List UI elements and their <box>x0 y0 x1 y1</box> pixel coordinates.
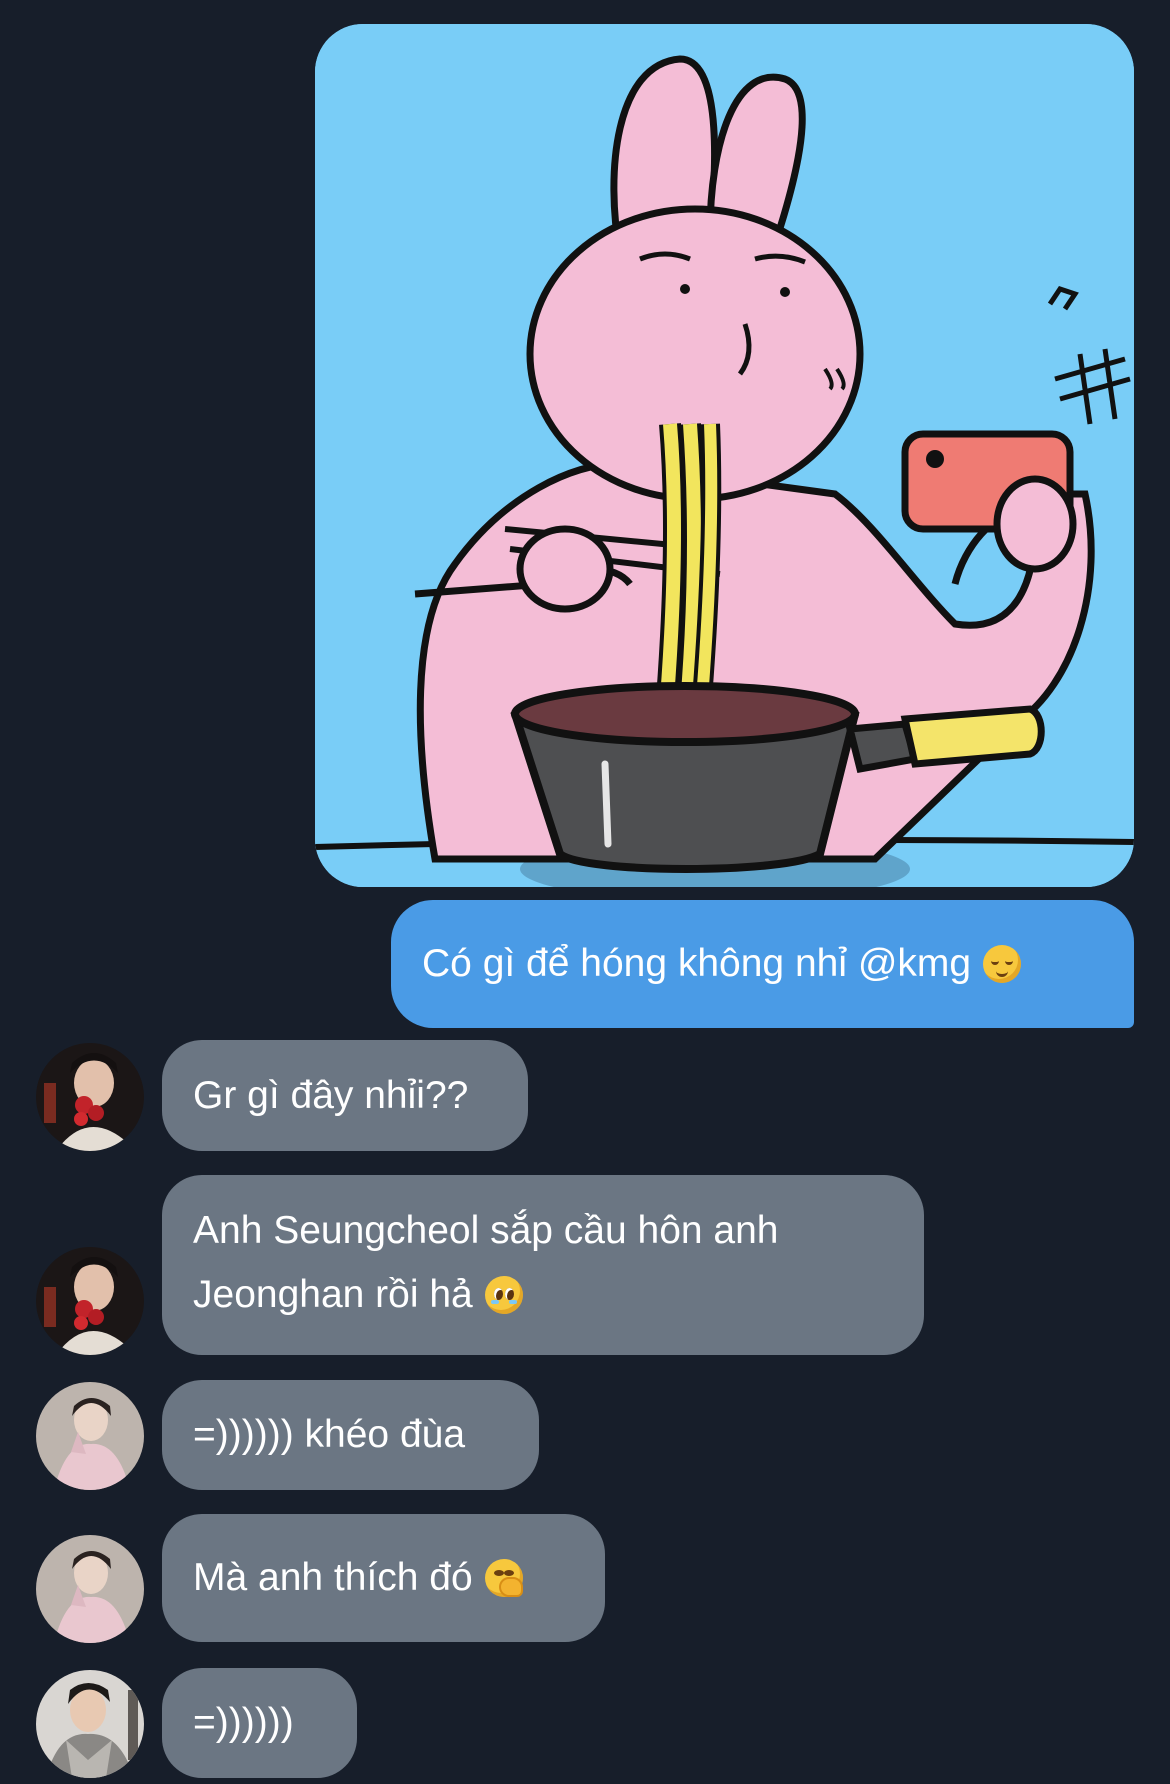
face-with-hand-over-mouth-emoji <box>484 1559 523 1597</box>
message-text: =)))))) <box>193 1701 294 1744</box>
rabbit-noodles-sticker[interactable] <box>315 24 1134 887</box>
avatar-pink-sweater[interactable] <box>36 1382 144 1490</box>
message-text: Mà anh thích đó <box>193 1556 473 1599</box>
message-text-line: Jeonghan rồi hả <box>193 1273 473 1316</box>
message-text-line: Anh Seungcheol sắp cầu hôn anh <box>193 1209 779 1252</box>
message-bubble-incoming[interactable]: Anh Seungcheol sắp cầu hôn anh Jeonghan … <box>162 1175 924 1355</box>
message-text: Gr gì đây nhỉi?? <box>193 1073 469 1117</box>
message-bubble-outgoing[interactable]: Có gì để hóng không nhỉ @kmg <box>391 900 1134 1028</box>
message-bubble-incoming[interactable]: =)))))) <box>162 1668 357 1778</box>
relieved-face-emoji <box>983 945 1022 983</box>
message-bubble-incoming[interactable]: Gr gì đây nhỉi?? <box>162 1040 528 1151</box>
message-text: =)))))) khéo đùa <box>193 1413 466 1456</box>
message-bubble-incoming[interactable]: Mà anh thích đó <box>162 1514 605 1642</box>
avatar-pink-sweater[interactable] <box>36 1535 144 1643</box>
pleading-face-emoji <box>484 1276 523 1314</box>
message-text: Có gì để hóng không nhỉ @kmg <box>422 942 972 985</box>
message-bubble-incoming[interactable]: =)))))) khéo đùa <box>162 1380 539 1490</box>
avatar-with-roses[interactable] <box>36 1043 144 1151</box>
chat-conversation: Có gì để hóng không nhỉ @kmg Gr gì đây n… <box>0 0 1170 1784</box>
avatar-grey-scarf[interactable] <box>36 1670 144 1778</box>
avatar-with-roses[interactable] <box>36 1247 144 1355</box>
